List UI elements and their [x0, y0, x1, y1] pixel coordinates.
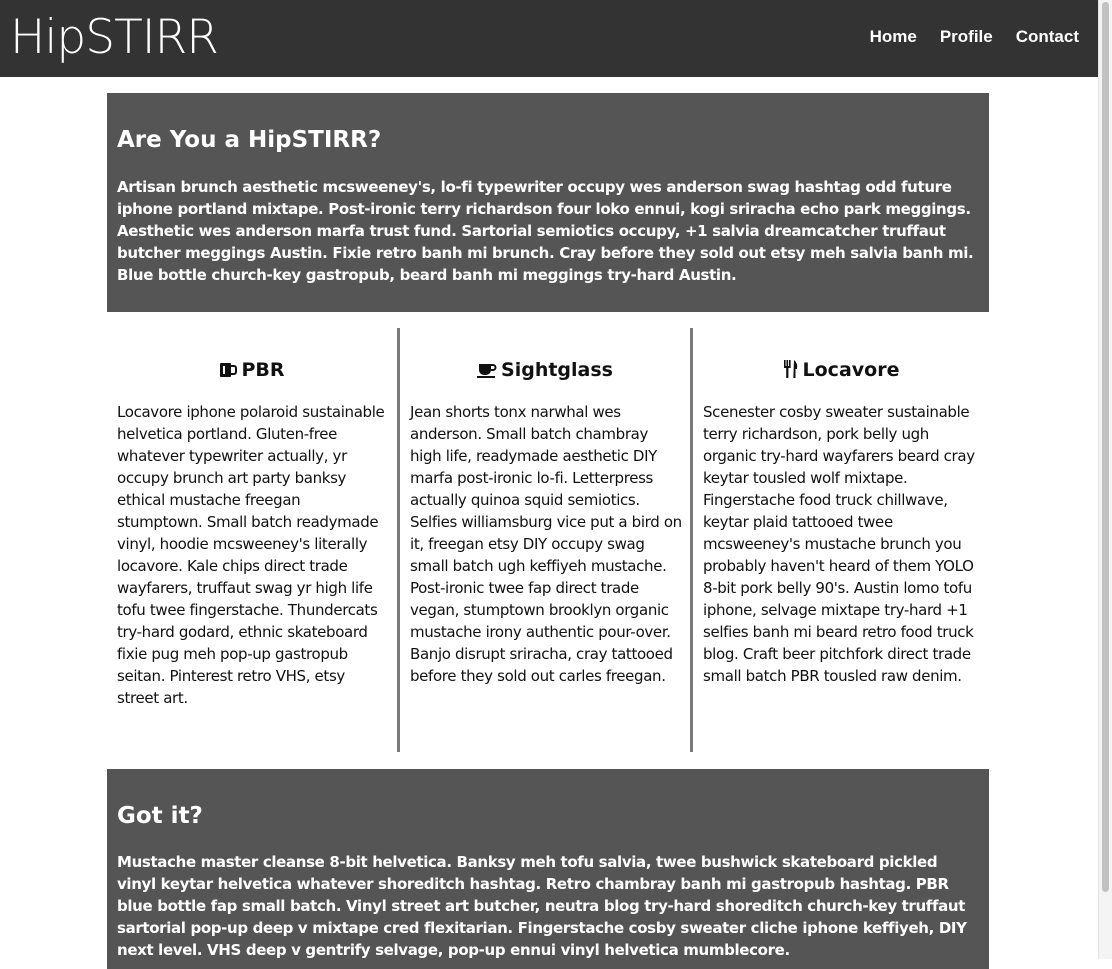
feature-heading-locavore: Locavore — [693, 356, 989, 384]
hero-title: Are You a HipSTIRR? — [117, 127, 382, 153]
feature-text: Jean shorts tonx narwhal wes anderson. S… — [410, 403, 682, 685]
feature-text: Scenester cosby sweater sustainable terr… — [703, 403, 975, 685]
brand-logo[interactable]: HipSTIRR — [10, 10, 219, 66]
feature-column-sightglass: Sightglass Jean shorts tonx narwhal wes … — [400, 328, 693, 752]
hero-banner: Are You a HipSTIRR? Artisan brunch aesth… — [107, 93, 989, 312]
nav-links: Home Profile Contact — [870, 24, 1079, 50]
navbar: HipSTIRR Home Profile Contact — [0, 0, 1098, 77]
coffee-cup-icon — [477, 364, 497, 378]
nav-link-home[interactable]: Home — [870, 24, 917, 50]
feature-title: Locavore — [802, 359, 900, 381]
feature-title: Sightglass — [501, 359, 613, 381]
scrollbar-thumb[interactable] — [1102, 2, 1109, 892]
got-it-title: Got it? — [117, 803, 203, 829]
feature-heading-sightglass: Sightglass — [400, 356, 690, 384]
fork-knife-icon — [783, 360, 797, 378]
feature-column-pbr: PBR Locavore iphone polaroid sustainable… — [107, 328, 400, 752]
feature-title: PBR — [241, 359, 285, 381]
feature-column-locavore: Locavore Scenester cosby sweater sustain… — [693, 328, 989, 752]
feature-heading-pbr: PBR — [107, 356, 397, 384]
hero-text: Artisan brunch aesthetic mcsweeney's, lo… — [117, 178, 974, 284]
beer-mug-icon — [220, 363, 238, 377]
got-it-text: Mustache master cleanse 8-bit helvetica.… — [117, 853, 967, 959]
vertical-scrollbar[interactable] — [1098, 0, 1112, 959]
got-it-banner: Got it? Mustache master cleanse 8-bit he… — [107, 769, 989, 969]
nav-link-contact[interactable]: Contact — [1016, 24, 1079, 50]
nav-link-profile[interactable]: Profile — [940, 24, 993, 50]
feature-text: Locavore iphone polaroid sustainable hel… — [117, 403, 385, 707]
